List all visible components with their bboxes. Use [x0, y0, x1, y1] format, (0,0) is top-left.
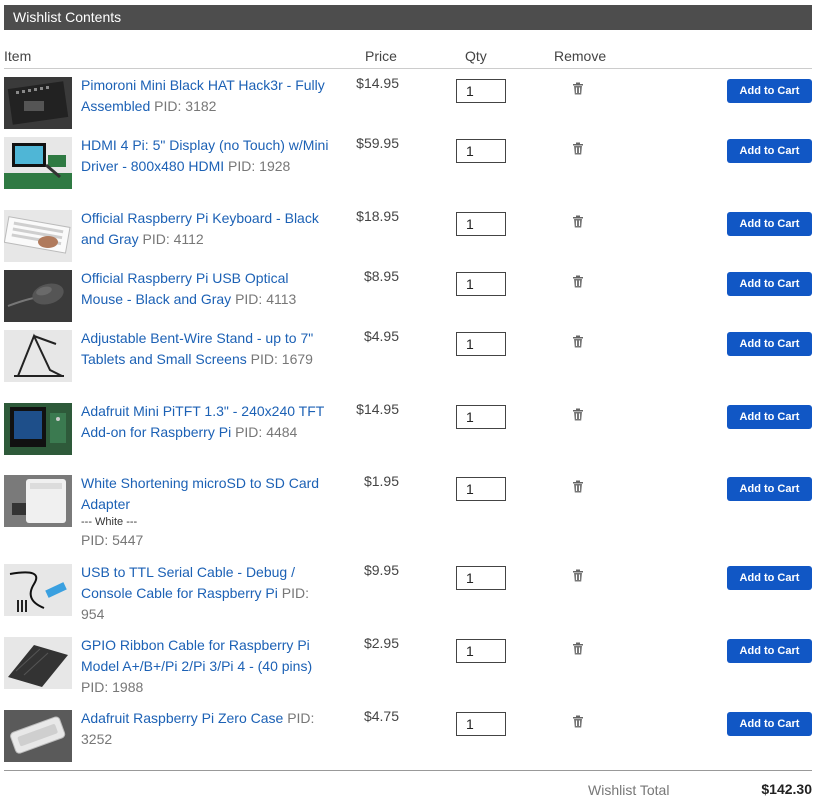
pid-value: 954 — [81, 606, 105, 622]
product-thumbnail[interactable] — [4, 210, 72, 262]
trash-icon[interactable] — [572, 408, 584, 421]
trash-icon[interactable] — [572, 642, 584, 655]
quantity-input[interactable] — [456, 477, 506, 501]
pid-label: PID: — [142, 231, 170, 247]
quantity-input[interactable] — [456, 139, 506, 163]
quantity-input[interactable] — [456, 212, 506, 236]
pid-label: PID: — [154, 98, 182, 114]
trash-icon[interactable] — [572, 715, 584, 728]
trash-icon[interactable] — [572, 275, 584, 288]
add-to-cart-button[interactable]: Add to Cart — [727, 712, 812, 736]
wishlist-total-value: $142.30 — [761, 781, 812, 797]
trash-icon[interactable] — [572, 215, 584, 228]
column-header-remove: Remove — [554, 48, 607, 64]
product-link[interactable]: Adafruit Raspberry Pi Zero Case — [81, 710, 283, 726]
product-info: Pimoroni Mini Black HAT Hack3r - Fully A… — [81, 75, 331, 117]
product-info: USB to TTL Serial Cable - Debug / Consol… — [81, 562, 331, 625]
add-to-cart-button[interactable]: Add to Cart — [727, 79, 812, 103]
product-thumbnail[interactable] — [4, 475, 72, 527]
product-thumbnail[interactable] — [4, 710, 72, 762]
wishlist-header: Wishlist Contents — [4, 5, 812, 30]
quantity-input[interactable] — [456, 566, 506, 590]
product-info: Adafruit Mini PiTFT 1.3" - 240x240 TFT A… — [81, 401, 331, 443]
quantity-input[interactable] — [456, 639, 506, 663]
product-thumbnail[interactable] — [4, 403, 72, 455]
trash-icon[interactable] — [572, 480, 584, 493]
product-price: $2.95 — [363, 635, 399, 651]
pid-value: 1928 — [259, 158, 291, 174]
product-info: GPIO Ribbon Cable for Raspberry Pi Model… — [81, 635, 331, 698]
header-divider — [4, 68, 812, 69]
pid-label: PID: — [81, 532, 109, 548]
pid-label: PID: — [235, 424, 263, 440]
pid-label: PID: — [250, 351, 278, 367]
pid-value: 3252 — [81, 731, 113, 747]
pid-value: 4484 — [266, 424, 298, 440]
product-price: $4.75 — [363, 708, 399, 724]
wishlist-total-label: Wishlist Total — [588, 782, 670, 798]
add-to-cart-button[interactable]: Add to Cart — [727, 477, 812, 501]
quantity-input[interactable] — [456, 272, 506, 296]
add-to-cart-button[interactable]: Add to Cart — [727, 139, 812, 163]
product-thumbnail[interactable] — [4, 137, 72, 189]
pid-value: 1988 — [112, 679, 144, 695]
product-price: $4.95 — [363, 328, 399, 344]
pid-label: PID: — [281, 585, 309, 601]
pid-value: 1679 — [281, 351, 313, 367]
add-to-cart-button[interactable]: Add to Cart — [727, 405, 812, 429]
add-to-cart-button[interactable]: Add to Cart — [727, 212, 812, 236]
product-thumbnail[interactable] — [4, 77, 72, 129]
product-price: $9.95 — [363, 562, 399, 578]
product-info: Adjustable Bent-Wire Stand - up to 7" Ta… — [81, 328, 331, 370]
column-header-item: Item — [4, 48, 32, 64]
pid-label: PID: — [81, 679, 109, 695]
product-info: HDMI 4 Pi: 5" Display (no Touch) w/Mini … — [81, 135, 331, 177]
product-thumbnail[interactable] — [4, 564, 72, 616]
trash-icon[interactable] — [572, 335, 584, 348]
product-price: $59.95 — [356, 135, 399, 151]
quantity-input[interactable] — [456, 79, 506, 103]
trash-icon[interactable] — [572, 142, 584, 155]
column-header-price: Price — [365, 48, 397, 64]
product-variant: --- White --- — [81, 516, 138, 528]
product-price: $14.95 — [356, 401, 399, 417]
footer-divider — [4, 770, 812, 771]
product-price: $14.95 — [356, 75, 399, 91]
column-header-qty: Qty — [465, 48, 487, 64]
trash-icon[interactable] — [572, 569, 584, 582]
quantity-input[interactable] — [456, 332, 506, 356]
trash-icon[interactable] — [572, 82, 584, 95]
product-link[interactable]: Adjustable Bent-Wire Stand - up to 7" Ta… — [81, 330, 313, 367]
product-link[interactable]: White Shortening microSD to SD Card Adap… — [81, 475, 319, 512]
add-to-cart-button[interactable]: Add to Cart — [727, 639, 812, 663]
product-price: $18.95 — [356, 208, 399, 224]
product-price: $8.95 — [363, 268, 399, 284]
add-to-cart-button[interactable]: Add to Cart — [727, 272, 812, 296]
quantity-input[interactable] — [456, 405, 506, 429]
pid-value: 3182 — [185, 98, 217, 114]
product-link[interactable]: GPIO Ribbon Cable for Raspberry Pi Model… — [81, 637, 312, 674]
product-thumbnail[interactable] — [4, 637, 72, 689]
add-to-cart-button[interactable]: Add to Cart — [727, 566, 812, 590]
pid-label: PID: — [235, 291, 263, 307]
pid-value: 4112 — [173, 231, 204, 247]
product-thumbnail[interactable] — [4, 330, 72, 382]
pid-label: PID: — [228, 158, 256, 174]
add-to-cart-button[interactable]: Add to Cart — [727, 332, 812, 356]
quantity-input[interactable] — [456, 712, 506, 736]
product-link[interactable]: USB to TTL Serial Cable - Debug / Consol… — [81, 564, 295, 601]
product-link[interactable]: HDMI 4 Pi: 5" Display (no Touch) w/Mini … — [81, 137, 328, 174]
product-info: Adafruit Raspberry Pi Zero Case PID: 325… — [81, 708, 331, 750]
product-info: White Shortening microSD to SD Card Adap… — [81, 473, 331, 551]
product-info: Official Raspberry Pi Keyboard - Black a… — [81, 208, 331, 250]
pid-value: 5447 — [112, 532, 144, 548]
product-thumbnail[interactable] — [4, 270, 72, 322]
wishlist-title: Wishlist Contents — [13, 9, 122, 25]
product-info: Official Raspberry Pi USB Optical Mouse … — [81, 268, 331, 310]
pid-value: 4113 — [266, 291, 297, 307]
product-price: $1.95 — [363, 473, 399, 489]
pid-label: PID: — [287, 710, 315, 726]
